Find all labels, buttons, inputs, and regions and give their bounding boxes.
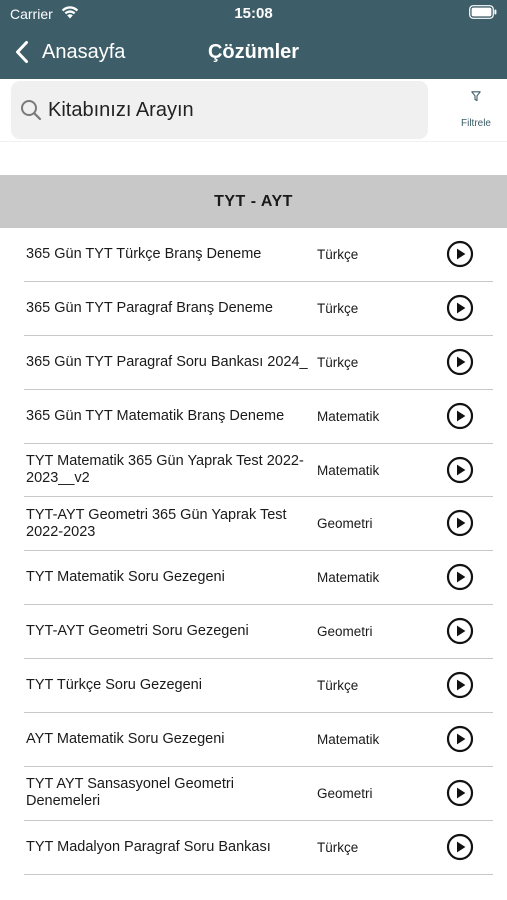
filter-icon (471, 91, 481, 102)
play-circle-icon (446, 618, 474, 645)
play-button[interactable] (446, 671, 474, 699)
page-title: Çözümler (207, 41, 300, 63)
list-item[interactable]: AYT Matematik Soru Gezegeni Matematik (24, 713, 493, 767)
search-bar: Filtrele (0, 79, 507, 142)
list-item[interactable]: TYT Matematik Soru Gezegeni Matematik (24, 551, 493, 606)
play-button[interactable] (446, 779, 474, 807)
book-subject: Türkçe (317, 247, 359, 262)
list-item[interactable]: TYT Türkçe Soru Gezegeni Türkçe (24, 659, 493, 714)
book-subject: Matematik (317, 570, 380, 586)
book-title: TYT Madalyon Paragraf Soru Bankası (26, 838, 271, 855)
book-subject: Matematik (317, 462, 380, 478)
list-item[interactable]: 365 Gün TYT Matematik Branş Deneme Matema… (24, 390, 493, 444)
play-circle-icon (446, 779, 474, 807)
battery-icon (469, 5, 497, 19)
play-button[interactable] (446, 240, 474, 268)
app-header: Carrier 15:08 Anasayfa Çözümler (0, 0, 507, 79)
list-item[interactable]: TYT-AYT Geometri Soru Gezegeni Geometri (24, 605, 493, 660)
play-button[interactable] (446, 617, 474, 645)
book-subject: Türkçe (317, 839, 359, 855)
play-circle-icon (446, 348, 474, 375)
clock: 15:08 (234, 5, 273, 22)
play-circle-icon (446, 240, 474, 268)
book-title: TYT Matematik Soru Gezegeni (26, 569, 225, 586)
book-subject: Matematik (317, 408, 380, 424)
list-item[interactable]: TYT AYT Sansasyonel Geometri Denemeleri G… (24, 767, 493, 821)
play-button[interactable] (446, 294, 474, 322)
play-button[interactable] (446, 833, 474, 861)
book-title: TYT AYT Sansasyonel Geometri Denemeleri (26, 776, 234, 810)
play-button[interactable] (446, 402, 474, 430)
play-circle-icon (446, 510, 474, 537)
book-subject: Türkçe (317, 678, 359, 694)
book-title: TYT-AYT Geometri 365 Gün Yaprak Test 202… (26, 506, 287, 540)
book-title: TYT Matematik 365 Gün Yaprak Test 2022-2… (26, 453, 304, 487)
play-circle-icon (446, 833, 474, 860)
book-subject: Geometri (317, 624, 373, 640)
book-subject: Türkçe (317, 300, 359, 316)
section-title: TYT - AYT (214, 192, 293, 210)
filter-label: Filtrele (460, 118, 491, 129)
play-circle-icon (446, 294, 474, 321)
play-circle-icon (446, 456, 474, 483)
play-circle-icon (446, 402, 474, 429)
play-button[interactable] (446, 348, 474, 376)
book-title: TYT Türkçe Soru Gezegeni (26, 677, 202, 694)
search-input[interactable] (48, 98, 408, 122)
book-subject: Geometri (317, 516, 373, 532)
section-header: TYT - AYT (0, 175, 507, 228)
book-subject: Türkçe (317, 354, 359, 370)
list-item[interactable]: TYT-AYT Geometri 365 Gün Yaprak Test 202… (24, 497, 493, 552)
book-title: TYT-AYT Geometri Soru Gezegeni (26, 623, 249, 640)
play-button[interactable] (446, 456, 474, 484)
list-item[interactable]: 365 Gün TYT Paragraf Soru Bankası 2024_ T… (24, 336, 493, 390)
play-circle-icon (446, 672, 474, 699)
list-item[interactable]: 365 Gün TYT Türkçe Branş Deneme Türkçe (24, 228, 493, 282)
filter-button[interactable]: Filtrele (450, 91, 502, 135)
search-icon (21, 100, 42, 121)
book-title: 365 Gün TYT Matematik Branş Deneme (26, 407, 285, 424)
book-subject: Matematik (317, 732, 380, 748)
play-circle-icon (446, 725, 474, 753)
play-circle-icon (446, 564, 474, 591)
book-title: AYT Matematik Soru Gezegeni (26, 731, 225, 748)
list-item[interactable]: TYT Madalyon Paragraf Soru Bankası Türkçe (24, 821, 493, 875)
play-button[interactable] (446, 725, 474, 753)
play-button[interactable] (446, 509, 474, 537)
search-box[interactable] (11, 81, 428, 139)
list-item[interactable]: TYT Matematik 365 Gün Yaprak Test 2022-2… (24, 444, 493, 498)
book-title: 365 Gün TYT Paragraf Branş Deneme (26, 299, 273, 316)
book-list: 365 Gün TYT Türkçe Branş Deneme Türkçe 365… (0, 228, 507, 875)
book-subject: Geometri (317, 785, 373, 801)
play-button[interactable] (446, 563, 474, 591)
status-bar: Carrier 15:08 (0, 0, 507, 28)
book-title: 365 Gün TYT Türkçe Branş Deneme (26, 246, 262, 262)
list-item[interactable]: 365 Gün TYT Paragraf Branş Deneme Türkçe (24, 282, 493, 336)
book-title: 365 Gün TYT Paragraf Soru Bankası 2024_ (26, 353, 308, 370)
